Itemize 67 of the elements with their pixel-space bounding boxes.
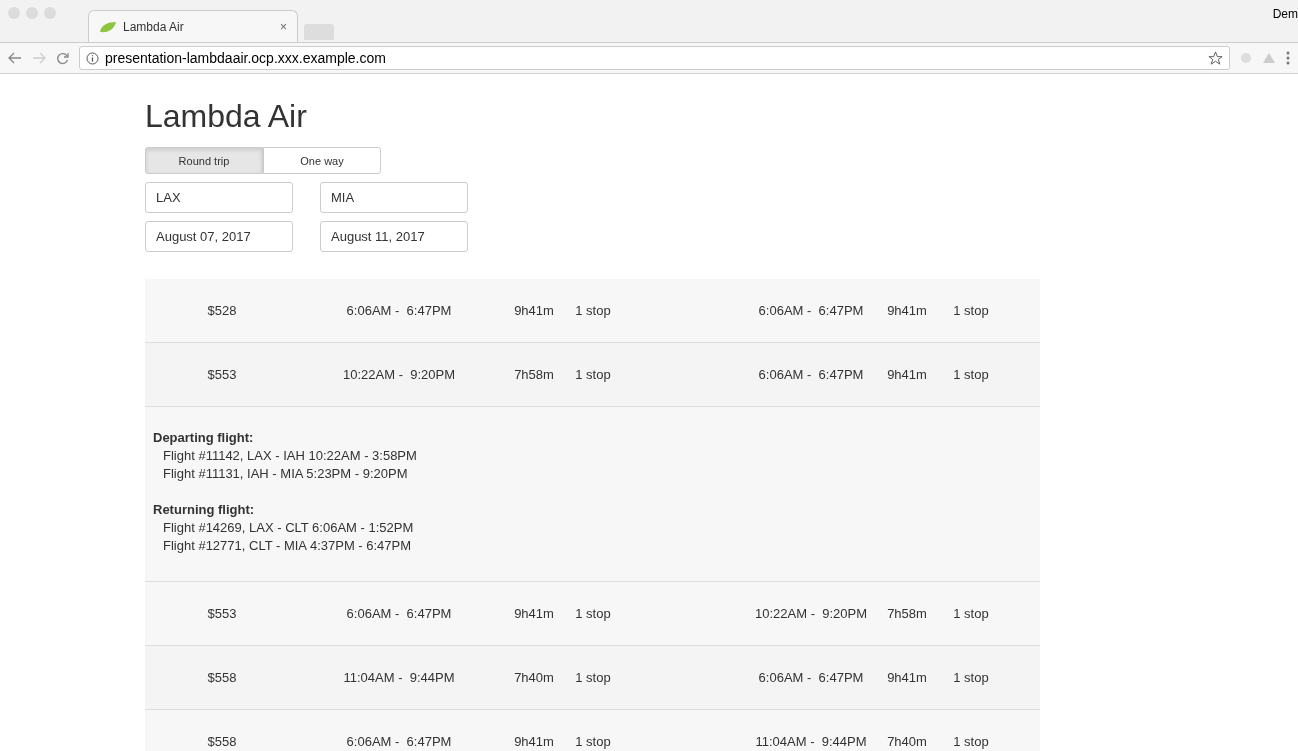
- close-tab-button[interactable]: ×: [280, 17, 287, 36]
- price-text: $553: [207, 606, 237, 622]
- return-stops: 1 stop: [953, 734, 989, 750]
- flight-result-row[interactable]: $553 6:06AM - 6:47PM 9h41m 1 stop 10:22AM - 9:20PM 7h58m 1 stop: [145, 582, 1040, 647]
- origin-field[interactable]: LAX: [145, 182, 293, 214]
- return-date-field[interactable]: August 11, 2017: [320, 221, 468, 253]
- return-stops: 1 stop: [953, 303, 989, 319]
- flight-leg-text: Flight #11142, LAX - IAH 10:22AM - 3:58PM: [163, 448, 417, 464]
- price-text: $528: [207, 303, 237, 319]
- address-bar[interactable]: presentation-lambdaair.ocp.xxx.example.com: [79, 46, 1230, 70]
- flight-result-row[interactable]: $553 10:22AM - 9:20PM 7h58m 1 stop 6:06AM - 6:47PM 9h41m 1 stop: [145, 343, 1040, 408]
- menu-icon[interactable]: [1286, 51, 1290, 65]
- return-stops: 1 stop: [953, 367, 989, 383]
- flight-result-row[interactable]: $528 6:06AM - 6:47PM 9h41m 1 stop 6:06AM - 6:47PM 9h41m 1 stop: [145, 279, 1040, 344]
- return-stops: 1 stop: [953, 670, 989, 686]
- profile-name[interactable]: Dem: [1272, 5, 1298, 23]
- details-heading: Returning flight:: [153, 501, 255, 520]
- tab-title: Lambda Air: [123, 18, 185, 36]
- flight-leg-text: Flight #14269, LAX - CLT 6:06AM - 1:52PM: [163, 520, 414, 536]
- return-times: 11:04AM - 9:44PM: [755, 734, 867, 750]
- flight-result-row[interactable]: $558 6:06AM - 6:47PM 9h41m 1 stop 11:04AM - 9:44PM 7h40m 1 stop: [145, 710, 1040, 751]
- details-heading: Departing flight:: [153, 429, 254, 448]
- trip-type-tab[interactable]: One way: [263, 147, 381, 175]
- departure-duration: 7h40m: [514, 670, 554, 686]
- departure-stops: 1 stop: [575, 367, 611, 383]
- return-times: 6:06AM - 6:47PM: [758, 367, 864, 383]
- reload-icon[interactable]: [56, 51, 69, 65]
- departure-times: 6:06AM - 6:47PM: [346, 734, 452, 750]
- return-duration: 7h58m: [887, 606, 927, 622]
- departure-duration: 9h41m: [514, 734, 554, 750]
- info-icon[interactable]: [86, 51, 99, 65]
- return-duration: 9h41m: [887, 670, 927, 686]
- triangle-icon[interactable]: [1262, 52, 1276, 64]
- star-icon[interactable]: [1208, 50, 1223, 66]
- back-arrow-icon[interactable]: [8, 52, 22, 64]
- departure-date-field[interactable]: August 07, 2017: [145, 221, 293, 253]
- flight-leg-text: Flight #12771, CLT - MIA 4:37PM - 6:47PM: [163, 538, 412, 554]
- return-duration: 7h40m: [887, 734, 927, 750]
- trip-type-tab[interactable]: Round trip: [145, 147, 263, 175]
- price-text: $558: [207, 734, 237, 750]
- return-stops: 1 stop: [953, 606, 989, 622]
- return-duration: 9h41m: [887, 303, 927, 319]
- price-text: $553: [207, 367, 237, 383]
- destination-field[interactable]: MIA: [320, 182, 468, 214]
- return-times: 10:22AM - 9:20PM: [755, 606, 867, 622]
- flight-result-row[interactable]: $558 11:04AM - 9:44PM 7h40m 1 stop 6:06AM - 6:47PM 9h41m 1 stop: [145, 646, 1040, 711]
- departure-times: 6:06AM - 6:47PM: [346, 303, 452, 319]
- return-times: 6:06AM - 6:47PM: [758, 303, 864, 319]
- return-times: 6:06AM - 6:47PM: [758, 670, 864, 686]
- departure-duration: 9h41m: [514, 606, 554, 622]
- departure-stops: 1 stop: [575, 303, 611, 319]
- leaf-icon: [99, 20, 117, 33]
- return-duration: 9h41m: [887, 367, 927, 383]
- flight-leg-text: Flight #11131, IAH - MIA 5:23PM - 9:20PM: [163, 466, 408, 482]
- departure-stops: 1 stop: [575, 734, 611, 750]
- departure-times: 11:04AM - 9:44PM: [343, 670, 455, 686]
- browser-tab[interactable]: Lambda Air ×: [88, 10, 298, 42]
- departure-times: 10:22AM - 9:20PM: [343, 367, 455, 383]
- page-title: Lambda Air: [145, 97, 308, 136]
- departure-duration: 7h58m: [514, 367, 554, 383]
- price-text: $558: [207, 670, 237, 686]
- extension-icon[interactable]: [1240, 52, 1252, 64]
- departure-stops: 1 stop: [575, 606, 611, 622]
- departure-duration: 9h41m: [514, 303, 554, 319]
- departure-stops: 1 stop: [575, 670, 611, 686]
- forward-arrow-icon[interactable]: [32, 52, 46, 64]
- departure-times: 6:06AM - 6:47PM: [346, 606, 452, 622]
